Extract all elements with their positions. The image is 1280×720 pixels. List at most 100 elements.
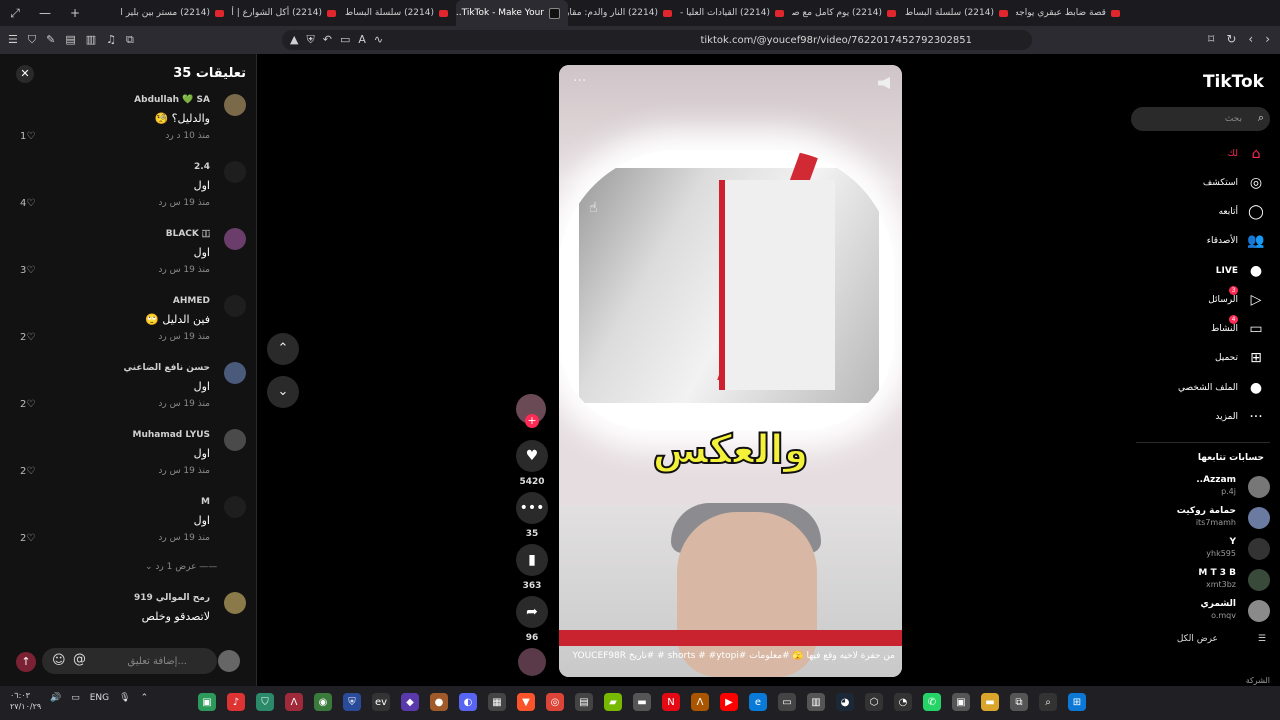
app-icon[interactable]: ● [430,693,448,711]
comment-meta[interactable]: منذ 19 س رد [158,265,210,275]
save-action[interactable]: ▮ 363 [515,544,549,591]
avatar[interactable] [224,228,246,250]
sidebar-item-messages[interactable]: ▷ 3 الرسائل [1208,286,1266,311]
sidebar-item-profile[interactable]: ● الملف الشخصي [1178,377,1266,399]
menu-icon[interactable]: ☰ [8,33,18,47]
chrome-icon[interactable]: ◎ [546,693,564,711]
sidebar-item-following[interactable]: ◯ أتابعه [1219,201,1266,223]
tiktok-logo[interactable]: TikTok [1203,72,1264,92]
avatar[interactable] [224,362,246,384]
shield-app-icon[interactable]: ⛉ [256,693,274,711]
sidebar-item-friends[interactable]: 👥 الأصدقاء [1207,230,1266,252]
like-action[interactable]: ♥ 5420 [515,440,549,487]
app-icon[interactable]: Λ [691,693,709,711]
comment-author[interactable]: BLACK 🇮 [166,229,210,239]
avatar[interactable] [224,161,246,183]
like-count[interactable]: 3♡ [20,265,35,276]
search-input[interactable]: بحث ⌕ [1131,107,1270,131]
comment-author[interactable]: Muhamad LYUS [132,430,210,440]
sidebar-item-explore[interactable]: ◎ استكشف [1203,172,1266,194]
emoji-icon[interactable]: ☺ [52,653,66,668]
app-icon[interactable]: ▦ [488,693,506,711]
brave-shield-icon[interactable]: ⛨ [306,33,314,47]
clock[interactable]: ٠٦:٠٣ ٢٧/١٠/٢٩ [10,690,41,712]
discord-icon[interactable]: ◐ [459,693,477,711]
comment-author[interactable]: M [201,497,210,507]
share-action[interactable]: ➦ 96 [515,596,549,643]
bookmark-icon[interactable]: ⌑ [1208,32,1214,46]
windows-start-icon[interactable]: ⊞ [1068,693,1086,711]
followed-account[interactable]: حمامة روكيت its7mamh [1140,505,1270,533]
like-count[interactable]: 2♡ [20,533,35,544]
netflix-icon[interactable]: N [662,693,680,711]
followed-account[interactable]: Azzam.. p.4j [1140,474,1270,502]
like-count[interactable]: 2♡ [20,399,35,410]
youtube-app-icon[interactable]: ▶ [720,693,738,711]
app-icon[interactable]: ▣ [198,693,216,711]
chevron-up-icon[interactable]: ⌃ [141,693,149,703]
avatar[interactable] [224,94,246,116]
comment-icon[interactable]: ••• [516,492,548,524]
sidebar-item-for-you[interactable]: ⌂ لك [1228,143,1266,165]
tiktok-app-icon[interactable]: ♪ [227,693,245,711]
comment-author[interactable]: AHMED [173,296,210,306]
network-icon[interactable]: ▭ [71,693,80,703]
browser-tab[interactable]: (2214) مستر بين بلير القوة... [120,0,232,26]
search-icon[interactable]: ⌕ [1039,693,1057,711]
bookmark-icon[interactable]: ▮ [516,544,548,576]
app-icon[interactable]: ⬡ [865,693,883,711]
app-icon[interactable]: ▤ [575,693,593,711]
sidebar-item-live[interactable]: ● LIVE [1216,260,1266,282]
music-disc-icon[interactable] [518,648,546,676]
sidebar-item-activity[interactable]: ▭ 4 النشاط [1211,315,1266,340]
sidebar-item-more[interactable]: ··· المزيد [1215,406,1266,428]
browser-tab[interactable]: (2214) سلسلة البساط أحمدي مع... [904,0,1016,26]
search-icon[interactable]: ⌕ [1258,111,1264,125]
comment-author[interactable]: حسن نافع الضاعني [124,363,210,373]
avatar[interactable] [224,496,246,518]
video-player[interactable]: والعكس من حفرة لأخيه وقع فيها 🫣 #معلومات… [559,65,902,677]
comment-meta[interactable]: منذ 19 س رد [158,466,210,476]
avatar[interactable] [224,295,246,317]
app-icon[interactable]: ▬ [633,693,651,711]
brave-icon[interactable]: ▼ [517,693,535,711]
restore-button[interactable]: ⤢ [0,6,30,21]
video-caption[interactable]: من حفرة لأخيه وقع فيها 🫣 #معلومات #short… [559,651,895,661]
mention-icon[interactable]: @ [73,652,86,667]
like-count[interactable]: 4♡ [20,198,35,209]
comment-meta[interactable]: منذ 10 د رد [165,131,210,141]
app-icon[interactable]: ▣ [952,693,970,711]
send-button[interactable]: ↑ [16,652,36,672]
browser-tab[interactable]: (2214) النار والدم: مقارنة بين... [568,0,680,26]
followed-account[interactable]: M T 3 B xmt3bz [1140,567,1270,595]
split-icon[interactable]: ⧉ [126,33,134,47]
reload-icon[interactable]: ↻ [1226,32,1236,46]
share-icon[interactable]: ➦ [516,596,548,628]
app-icon[interactable]: ◆ [401,693,419,711]
warning-icon[interactable]: ▲ [290,33,298,47]
tabs-icon[interactable]: ▤ [65,33,75,47]
previous-video-button[interactable]: ⌃ [267,333,299,365]
speed-icon[interactable]: ◔ [894,693,912,711]
like-count[interactable]: 1♡ [20,131,35,142]
app-icon[interactable]: ev [372,693,390,711]
folder-icon[interactable]: ▬ [981,693,999,711]
company-link[interactable]: الشركة [1246,676,1270,685]
follow-button[interactable]: + [525,414,539,428]
volume-icon[interactable]: 🔊 [50,693,61,703]
browser-tab[interactable]: (2214) أكل الشوارع | أفضل... [232,0,344,26]
app-icon[interactable]: ◉ [314,693,332,711]
sidebar-item-upload[interactable]: ⊞ تحميل [1215,347,1266,369]
avatar[interactable] [224,429,246,451]
shield-icon[interactable]: ⛉ [28,33,36,47]
language-indicator[interactable]: ENG [90,693,109,703]
view-replies-link[interactable]: —— عرض 1 رد ⌄ [145,562,217,572]
steam-icon[interactable]: ◕ [836,693,854,711]
reader-icon[interactable]: ∿ [374,33,383,47]
edge-icon[interactable]: e [749,693,767,711]
comment-author[interactable]: Abdullah 💚 SA [134,95,210,105]
translate-icon[interactable]: A [358,33,366,47]
forward-icon[interactable]: › [1265,32,1270,46]
store-icon[interactable]: ▥ [807,693,825,711]
like-count[interactable]: 2♡ [20,466,35,477]
